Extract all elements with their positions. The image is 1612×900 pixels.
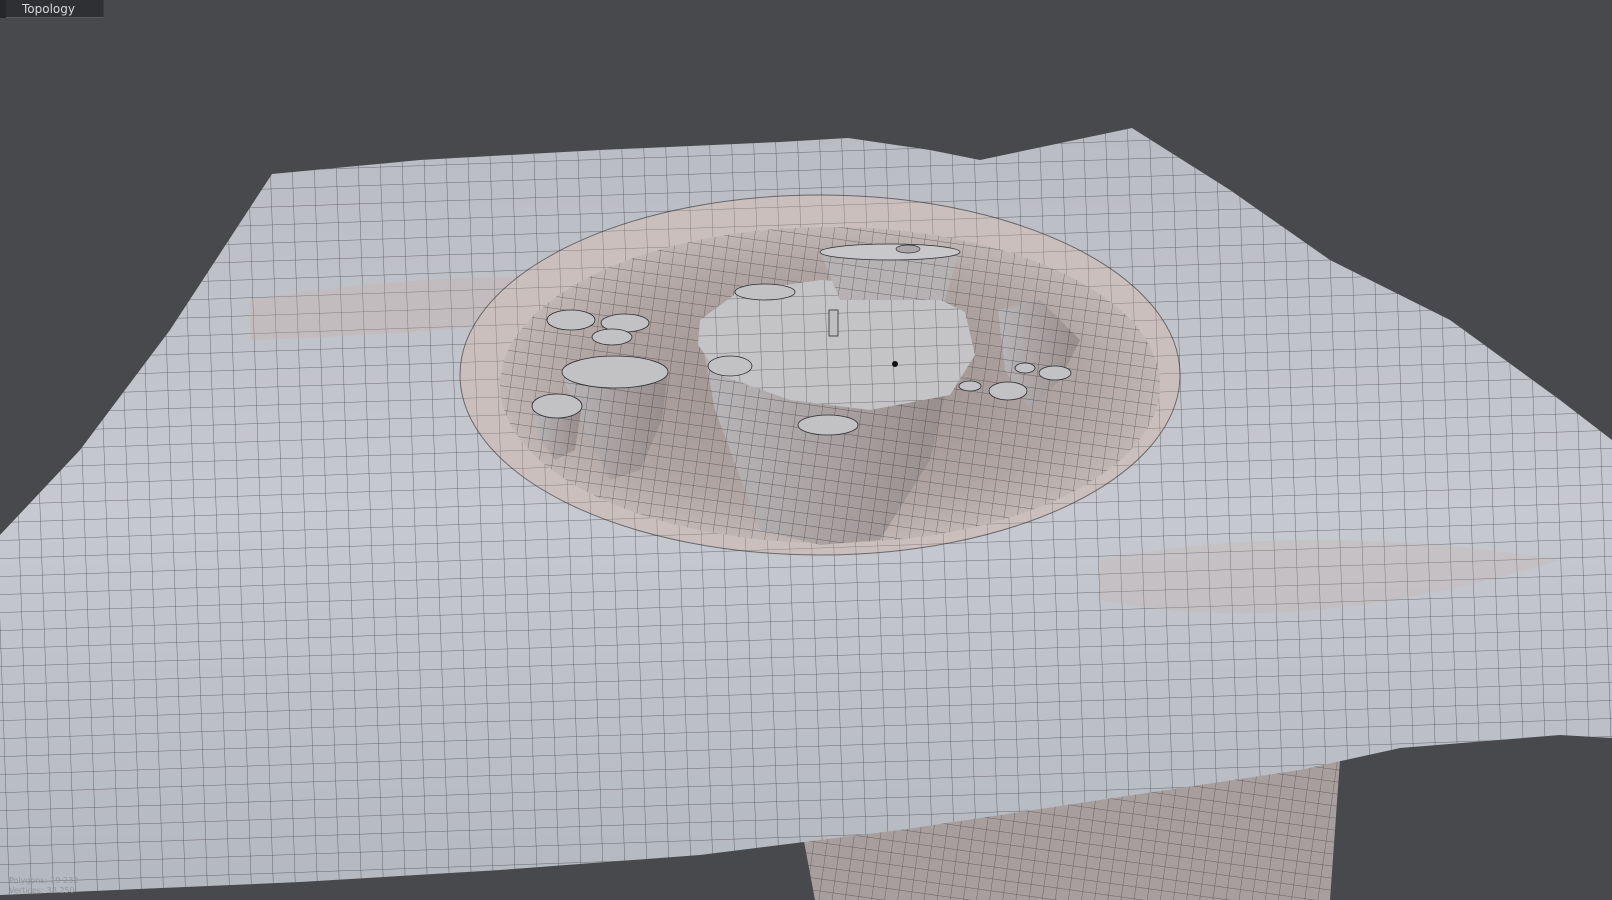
- tab-edge: [0, 0, 6, 18]
- polygons-stat: Polygons: 19 232: [6, 876, 78, 886]
- mesh-stats-overlay: Polygons: 19 232 Vertices: 38 250: [6, 876, 78, 896]
- 3d-viewport[interactable]: Topology Polygons: 19 232 Vertices: 38 250: [0, 0, 1612, 900]
- back-platform: [819, 243, 961, 300]
- polygons-label: Polygons:: [9, 876, 48, 885]
- polygons-value: 19 232: [50, 876, 79, 885]
- vertices-stat: Vertices: 38 250: [6, 886, 78, 896]
- viewport-title-tab[interactable]: Topology: [0, 0, 104, 18]
- vertices-value: 38 250: [46, 886, 75, 895]
- terrain-mesh-render[interactable]: [0, 0, 1612, 900]
- vertices-label: Vertices:: [9, 886, 44, 895]
- viewport-title: Topology: [22, 2, 75, 16]
